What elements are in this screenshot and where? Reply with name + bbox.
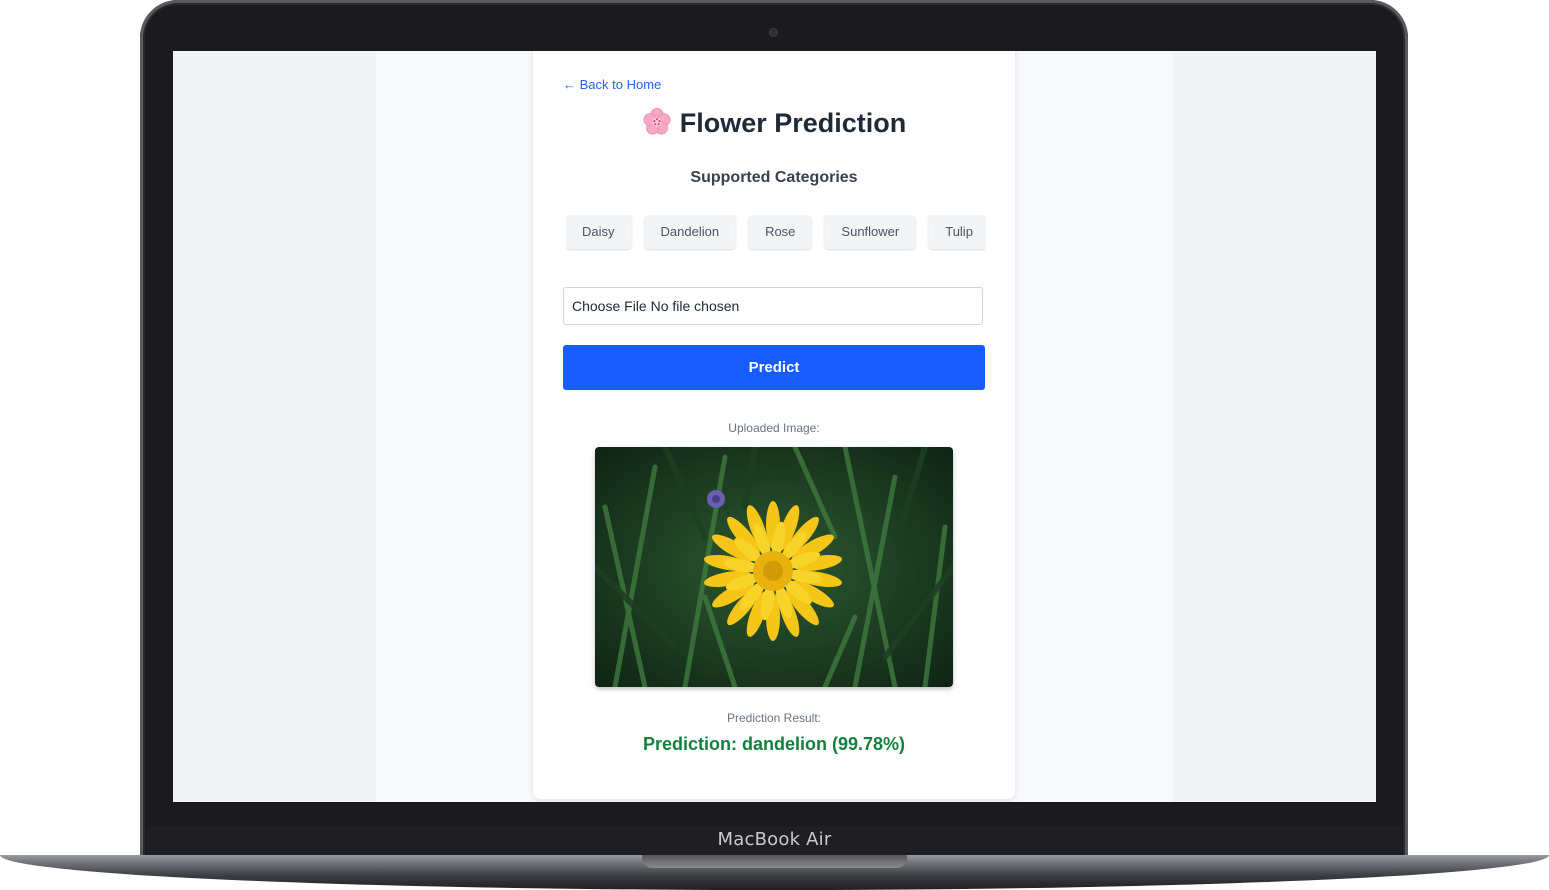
file-input[interactable]: Choose File No file chosen [563, 287, 983, 325]
dandelion-photo [595, 447, 953, 687]
camera-icon [770, 29, 777, 36]
page-title: Flower Prediction [533, 107, 1015, 139]
category-chip-dandelion: Dandelion [644, 215, 736, 249]
laptop-notch [642, 855, 907, 868]
back-to-home-link[interactable]: ← Back to Home [563, 77, 661, 92]
prediction-result-text: Prediction: dandelion (99.78%) [642, 734, 906, 754]
predict-button[interactable]: Predict [563, 345, 985, 390]
category-chip-tulip: Tulip [929, 215, 986, 249]
category-list: Daisy Dandelion Rose Sunflower Tulip [566, 215, 986, 251]
uploaded-image-label: Uploaded Image: [728, 421, 820, 435]
main-card: ← Back to Home Flower Prediction Support… [533, 51, 1015, 799]
category-chip-daisy: Daisy [566, 215, 631, 249]
device-brand-label: MacBook Air [717, 829, 832, 850]
page-title-text: Flower Prediction [679, 108, 907, 138]
cherry-blossom-icon [643, 108, 671, 135]
category-chip-rose: Rose [749, 215, 812, 249]
prediction-result-label: Prediction Result: [726, 711, 822, 725]
category-chip-sunflower: Sunflower [825, 215, 916, 249]
supported-categories-heading: Supported Categories [690, 169, 858, 186]
screen: ← Back to Home Flower Prediction Support… [173, 51, 1376, 802]
uploaded-image [595, 447, 953, 687]
